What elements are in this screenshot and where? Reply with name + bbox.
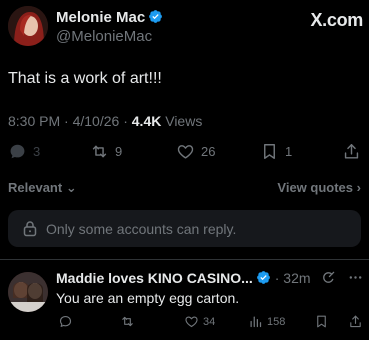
reply-views-count: 158 (267, 315, 286, 328)
views-count: 4.4K (131, 113, 162, 129)
like-button[interactable]: 26 (176, 141, 215, 161)
post-date[interactable]: 4/10/26 (73, 113, 120, 129)
view-quotes-link[interactable]: View quotes › (277, 180, 361, 195)
author-name-text[interactable]: Melonie Mac (56, 9, 145, 26)
author-name[interactable]: Melonie Mac (56, 9, 163, 26)
post-actions: 3 9 26 1 (8, 141, 361, 161)
post-text: That is a work of art!!! (8, 70, 162, 87)
view-quotes-label: View quotes (277, 180, 354, 195)
meta-separator: · (123, 113, 132, 129)
grok-icon[interactable] (321, 270, 336, 285)
bookmark-button[interactable]: 1 (260, 141, 292, 161)
reply-actions: 34 158 (56, 314, 363, 330)
bookmark-count: 1 (285, 143, 293, 159)
reply-sort-row: Relevant ⌄ View quotes › (8, 180, 361, 196)
reply-restriction-notice: Only some accounts can reply. (8, 210, 361, 247)
more-options-icon[interactable] (348, 270, 363, 285)
sort-label: Relevant (8, 180, 63, 195)
reply-views-button[interactable]: 158 (248, 314, 285, 329)
reply-icon (10, 144, 25, 158)
reply-text: You are an empty egg carton. (56, 290, 240, 306)
reply-reply-button[interactable] (58, 314, 73, 329)
post-header: Melonie Mac @MelonieMac X.com (8, 6, 363, 50)
reply-header-icons (309, 270, 363, 285)
repost-icon (122, 316, 133, 327)
views-chart-icon (250, 316, 262, 328)
views-label: Views (165, 113, 203, 129)
repost-button[interactable]: 9 (90, 141, 122, 161)
chevron-right-icon: › (356, 180, 361, 195)
post-time[interactable]: 8:30 PM (8, 113, 60, 129)
like-count: 26 (201, 143, 216, 159)
reply-time-separator: · (274, 270, 284, 286)
x-logo[interactable]: X.com (310, 10, 363, 31)
heart-icon (177, 144, 194, 159)
reply-like-button[interactable]: 34 (184, 314, 215, 329)
author-handle[interactable]: @MelonieMac (56, 28, 152, 45)
reply-time[interactable]: 32m (283, 270, 310, 286)
bookmark-icon (264, 143, 275, 159)
chevron-down-icon: ⌄ (65, 180, 77, 195)
reply-count: 3 (33, 143, 41, 159)
repost-icon (92, 145, 107, 157)
verified-badge-icon (149, 10, 163, 23)
post-meta: 8:30 PM · 4/10/26 · 4.4K Views (8, 113, 202, 129)
reply-icon (59, 315, 72, 327)
sort-dropdown[interactable]: Relevant ⌄ (8, 180, 77, 196)
verified-badge-icon (256, 271, 270, 284)
heart-icon (185, 316, 198, 328)
share-button[interactable] (342, 141, 361, 161)
share-icon (344, 143, 359, 159)
reply-repost-button[interactable] (120, 314, 135, 329)
reply-like-count: 34 (203, 315, 216, 328)
lock-icon (23, 221, 37, 237)
repost-count: 9 (115, 143, 123, 159)
notice-text: Only some accounts can reply. (46, 221, 237, 237)
bookmark-icon (317, 315, 326, 328)
author-avatar[interactable] (8, 6, 48, 46)
reply-button[interactable]: 3 (8, 141, 40, 161)
reply-bookmark-button[interactable] (314, 314, 329, 329)
reply-author-name[interactable]: Maddie loves KINO CASINO... (56, 270, 253, 286)
divider (0, 259, 369, 260)
reply-author-avatar[interactable] (8, 272, 48, 312)
reply-author[interactable]: Maddie loves KINO CASINO... · 32m (56, 270, 311, 286)
share-icon (350, 315, 361, 328)
reply-share-button[interactable] (348, 314, 363, 329)
reply-post[interactable]: Maddie loves KINO CASINO... · 32m You ar… (8, 268, 363, 338)
meta-separator: · (64, 113, 73, 129)
